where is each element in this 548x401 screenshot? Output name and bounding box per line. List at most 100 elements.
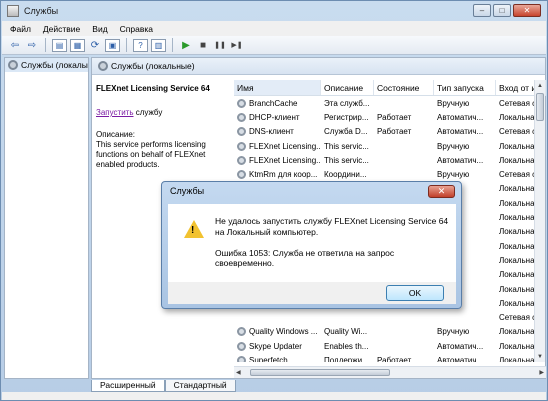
gear-icon	[237, 170, 246, 180]
status-cell: Работает	[377, 127, 412, 137]
tree-item-services-local[interactable]: Службы (локалы	[5, 58, 88, 72]
tab-extended[interactable]: Расширенный	[91, 380, 165, 392]
startup-type-cell: Вручную	[437, 170, 470, 180]
column-name[interactable]: Имя	[234, 80, 321, 95]
gear-icon	[98, 61, 108, 71]
stop-service-icon[interactable]: ■	[196, 38, 210, 52]
table-row[interactable]: Сетевая с	[234, 310, 546, 324]
startup-type-cell: Автоматич...	[437, 112, 484, 122]
menu-view[interactable]: Вид	[92, 24, 107, 34]
menu-bar: Файл Действие Вид Справка	[2, 21, 546, 36]
description-cell: Служба D...	[324, 127, 368, 137]
minimize-button[interactable]: –	[473, 4, 491, 17]
export-list-icon[interactable]: ▣	[105, 38, 120, 52]
startup-type-cell: Вручную	[437, 141, 470, 151]
table-row[interactable]: DNS-клиент Служба D... Работает Автоматич..…	[234, 125, 546, 139]
vertical-scrollbar[interactable]: ▲ ▼	[534, 80, 545, 362]
console-tree: Службы (локалы	[4, 57, 89, 379]
service-name-cell: Skype Updater	[234, 341, 321, 351]
description-cell: Координи...	[324, 170, 367, 180]
maximize-button[interactable]: □	[493, 4, 511, 17]
table-row[interactable]: KtmRm для коор... Координи... Вручную Сетев…	[234, 167, 546, 181]
dialog-message: Не удалось запустить службу FLEXnet Lice…	[215, 216, 449, 237]
gear-icon	[237, 355, 246, 362]
column-header-row: ▲ Имя Описание Состояние Тип запуска Вхо…	[234, 80, 546, 96]
show-hide-icon[interactable]: ▥	[151, 38, 166, 52]
forward-arrow-icon[interactable]: ⇨	[25, 38, 39, 52]
table-row[interactable]: DHCP-клиент Регистрир... Работает Автоматич…	[234, 110, 546, 124]
description-cell: Поддержи...	[324, 355, 369, 362]
gear-icon	[237, 327, 246, 337]
service-name-cell: Superfetch	[234, 355, 321, 362]
start-service-icon[interactable]: ▶	[179, 38, 193, 52]
status-cell: Работает	[377, 355, 412, 362]
restart-service-icon[interactable]: ▶❚	[230, 38, 244, 52]
tab-standard[interactable]: Стандартный	[164, 380, 236, 392]
properties-icon[interactable]: ▦	[70, 38, 85, 52]
description-cell: Регистрир...	[324, 112, 369, 122]
ok-button[interactable]: OK	[386, 285, 444, 301]
table-row[interactable]: Quality Windows ... Quality Wi... Вручную Л…	[234, 325, 546, 339]
view-tabs: Расширенный Стандартный	[91, 380, 236, 392]
service-name-cell: BranchCache	[234, 98, 321, 108]
gear-icon	[8, 60, 18, 70]
service-name-cell: FLEXnet Licensing...	[234, 141, 321, 151]
help-icon[interactable]: ?	[133, 38, 148, 52]
service-name-cell: Quality Windows ...	[234, 327, 321, 337]
scroll-left-icon[interactable]: ◀	[236, 369, 241, 376]
dialog-title: Службы	[170, 186, 205, 196]
table-row[interactable]: Skype Updater Enables th... Автоматич... Ло…	[234, 339, 546, 353]
dialog-body: ! Не удалось запустить службу FLEXnet Li…	[168, 204, 456, 282]
scroll-down-icon[interactable]: ▼	[535, 351, 545, 362]
startup-type-cell: Автоматич...	[437, 127, 484, 137]
refresh-icon[interactable]: ⟳	[88, 38, 102, 52]
horizontal-scrollbar[interactable]: ◀ ▶	[234, 366, 546, 378]
column-description[interactable]: Описание	[321, 80, 374, 95]
description-text: This service performs licensing function…	[96, 140, 206, 169]
services-app-icon	[7, 5, 19, 17]
description-cell: Quality Wi...	[324, 327, 368, 337]
pause-service-icon[interactable]: ❚❚	[213, 38, 227, 52]
startup-type-cell: Вручную	[437, 98, 470, 108]
pane-header: Службы (локальные)	[92, 58, 545, 75]
selected-service-name: FLEXnet Licensing Service 64	[96, 84, 210, 93]
scroll-up-icon[interactable]: ▲	[535, 80, 545, 91]
description-cell: This servic...	[324, 155, 369, 165]
dialog-error: Ошибка 1053: Служба не ответила на запро…	[215, 248, 395, 268]
column-status[interactable]: Состояние	[374, 80, 434, 95]
menu-action[interactable]: Действие	[43, 24, 80, 34]
menu-file[interactable]: Файл	[10, 24, 31, 34]
dialog-footer: OK	[168, 282, 456, 304]
startup-type-cell: Вручную	[437, 327, 470, 337]
table-row[interactable]: FLEXnet Licensing... This servic... Автома…	[234, 153, 546, 167]
column-startup-type[interactable]: Тип запуска	[434, 80, 496, 95]
scroll-right-icon[interactable]: ▶	[539, 369, 544, 376]
menu-help[interactable]: Справка	[120, 24, 153, 34]
close-button[interactable]: ✕	[513, 4, 541, 17]
table-row[interactable]: Superfetch Поддержи... Работает Автоматич..…	[234, 353, 546, 362]
service-name-cell: KtmRm для коор...	[234, 170, 321, 180]
description-cell: Эта служб...	[324, 98, 370, 108]
description-cell: Enables th...	[324, 341, 369, 351]
start-suffix: службу	[133, 108, 163, 117]
back-arrow-icon[interactable]: ⇦	[8, 38, 22, 52]
startup-type-cell: Автоматич...	[437, 355, 484, 362]
window-title: Службы	[24, 6, 59, 16]
gear-icon	[237, 98, 246, 108]
warning-mark: !	[191, 225, 195, 236]
console-tree-icon[interactable]: ▤	[52, 38, 67, 52]
horizontal-scroll-thumb[interactable]	[250, 369, 390, 376]
scroll-thumb[interactable]	[536, 93, 544, 121]
description-label: Описание:	[96, 130, 136, 139]
gear-icon	[237, 127, 246, 137]
toolbar: ⇦ ⇨ ▤ ▦ ⟳ ▣ ? ▥ ▶ ■ ❚❚ ▶❚	[2, 36, 546, 55]
dialog-close-button[interactable]: ✕	[428, 185, 455, 198]
start-service-link[interactable]: Запустить	[96, 108, 134, 117]
gear-icon	[237, 341, 246, 351]
service-name-cell: DHCP-клиент	[234, 112, 321, 122]
table-row[interactable]: FLEXnet Licensing... This servic... Вручну…	[234, 139, 546, 153]
service-name-cell: FLEXnet Licensing...	[234, 155, 321, 165]
startup-type-cell: Автоматич...	[437, 341, 484, 351]
table-row[interactable]: BranchCache Эта служб... Вручную Сетевая с	[234, 96, 546, 110]
title-bar: Службы – □ ✕	[1, 1, 547, 21]
